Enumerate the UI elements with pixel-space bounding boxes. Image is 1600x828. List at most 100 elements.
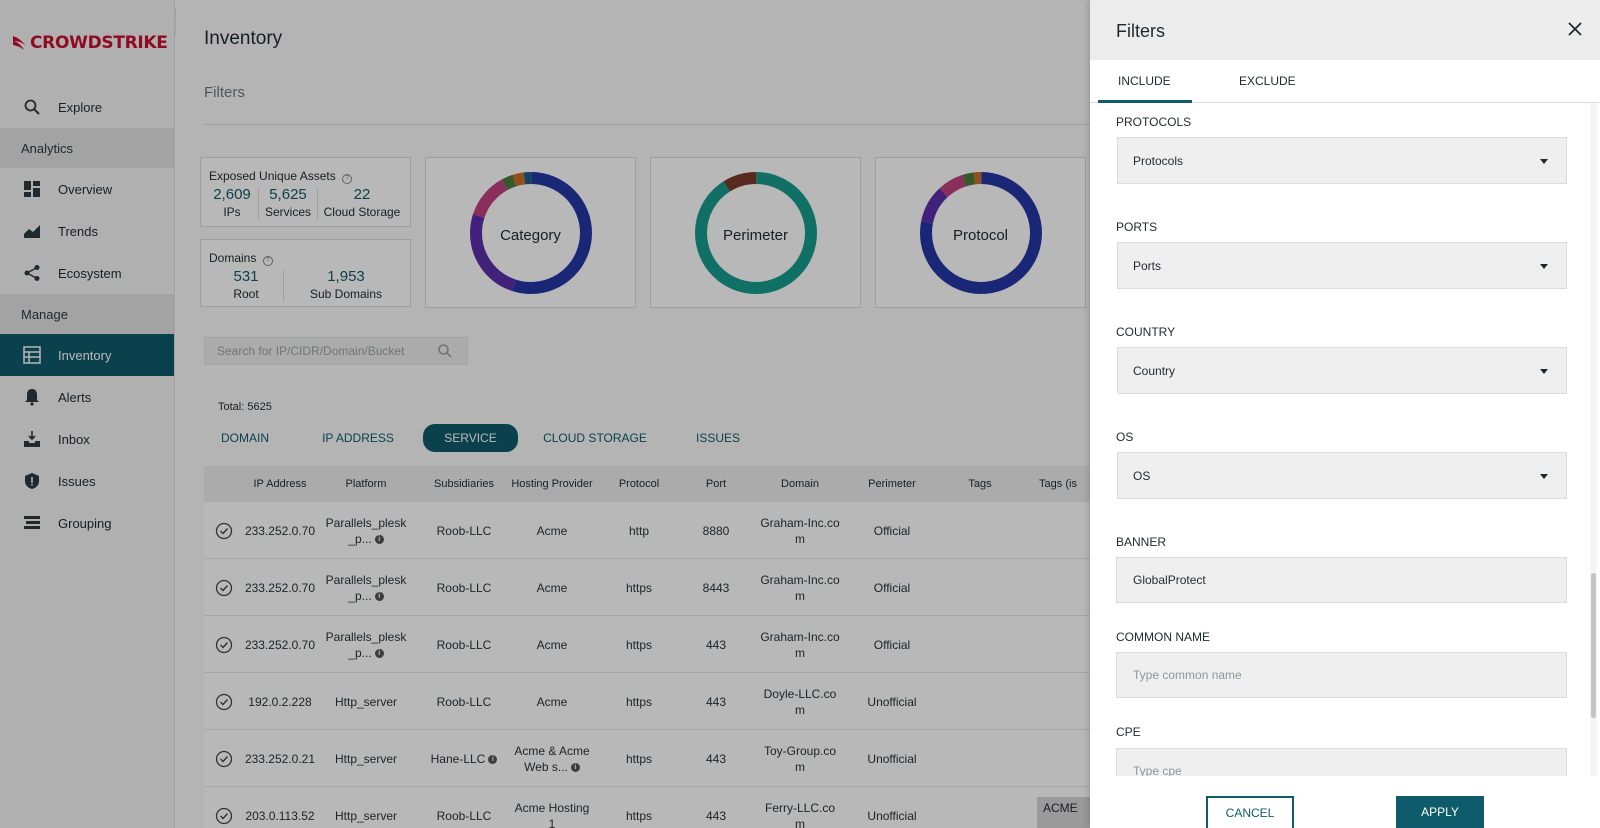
stat-value: 22 bbox=[353, 186, 371, 203]
row-check-icon[interactable] bbox=[204, 559, 244, 616]
cell-ip: 192.0.2.228 bbox=[248, 694, 312, 709]
stat-cloud-storage[interactable]: 22 Cloud Storage bbox=[319, 186, 405, 219]
sidebar-item-overview[interactable]: Overview bbox=[0, 168, 174, 210]
filters-heading[interactable]: Filters bbox=[204, 84, 245, 101]
cell-protocol: https bbox=[625, 580, 652, 595]
column-header[interactable]: Tags bbox=[944, 466, 1016, 502]
filters-panel: Filters INCLUDE EXCLUDE PROTOCOLS Protoc… bbox=[1090, 0, 1600, 828]
sidebar-item-inventory[interactable]: Inventory bbox=[0, 334, 174, 376]
cell-text: Http_server bbox=[334, 694, 398, 709]
cell-text: _p... bbox=[348, 645, 372, 660]
column-header[interactable]: Hosting Provider bbox=[504, 466, 600, 502]
exposed-assets-title: Exposed Unique Assets ? bbox=[209, 169, 353, 184]
column-header[interactable]: IP Address bbox=[242, 466, 318, 502]
banner-input[interactable] bbox=[1117, 558, 1566, 602]
sidebar-item-trends[interactable]: Trends bbox=[0, 210, 174, 252]
column-header[interactable]: Platform bbox=[322, 466, 410, 502]
sidebar-item-inbox[interactable]: Inbox bbox=[0, 418, 174, 460]
table-row[interactable]: 203.0.113.52 Http_server Roob-LLC Acme Host… bbox=[204, 787, 1094, 828]
table-row[interactable]: 233.252.0.70 Parallels_plesk _p... i Roob-LL… bbox=[204, 616, 1094, 673]
sidebar-item-explore[interactable]: Explore bbox=[0, 86, 174, 128]
info-icon[interactable]: i bbox=[570, 762, 580, 772]
tag-pill[interactable]: ACME bbox=[1037, 797, 1097, 828]
tab-ip-address[interactable]: IP ADDRESS bbox=[312, 424, 404, 452]
column-header[interactable]: Port bbox=[682, 466, 750, 502]
stat-value: 5,625 bbox=[269, 186, 307, 203]
help-icon[interactable]: ? bbox=[262, 256, 273, 266]
cell-protocol: https bbox=[625, 694, 652, 709]
info-icon[interactable]: i bbox=[374, 591, 384, 601]
common-name-input[interactable] bbox=[1117, 653, 1566, 697]
scrollbar-thumb[interactable] bbox=[1591, 573, 1596, 718]
cell-protocol: http bbox=[628, 523, 649, 538]
row-check-icon[interactable] bbox=[204, 502, 244, 559]
search-icon bbox=[22, 97, 42, 117]
domains-title-text: Domains bbox=[209, 251, 257, 265]
cell-text: Acme & Acme bbox=[514, 743, 590, 758]
perimeter-donut-card[interactable]: Perimeter bbox=[650, 157, 861, 308]
table-row[interactable]: 233.252.0.70 Parallels_plesk _p... i Roob-LL… bbox=[204, 502, 1094, 559]
protocols-select[interactable]: Protocols bbox=[1117, 137, 1567, 184]
sidebar-item-label: Ecosystem bbox=[58, 265, 122, 281]
category-donut-card[interactable]: Category bbox=[425, 157, 636, 308]
table-row[interactable]: 192.0.2.228 Http_server Roob-LLC Acme https 4… bbox=[204, 673, 1094, 730]
cancel-button[interactable]: CANCEL bbox=[1206, 796, 1294, 828]
info-icon[interactable]: i bbox=[374, 648, 384, 658]
cell-line: Web s... i bbox=[524, 759, 580, 775]
help-icon[interactable]: ? bbox=[342, 174, 353, 184]
tab-cloud-storage[interactable]: CLOUD STORAGE bbox=[538, 424, 652, 452]
row-check-icon[interactable] bbox=[204, 616, 244, 673]
column-header[interactable]: Perimeter bbox=[854, 466, 930, 502]
stat-services[interactable]: 5,625 Services bbox=[261, 186, 315, 219]
cell-domain: Ferry-LLC.co m bbox=[752, 787, 848, 828]
column-header[interactable]: Domain bbox=[752, 466, 848, 502]
close-icon[interactable] bbox=[1564, 18, 1586, 40]
cell-text: m bbox=[795, 588, 805, 603]
stat-root[interactable]: 531 Root bbox=[209, 268, 283, 301]
panel-scrollbar[interactable] bbox=[1590, 103, 1597, 776]
cpe-field bbox=[1116, 748, 1567, 776]
tab-service[interactable]: SERVICE bbox=[423, 424, 518, 452]
ports-select[interactable]: Ports bbox=[1117, 242, 1567, 289]
os-select[interactable]: OS bbox=[1117, 452, 1567, 499]
cell-text: Doyle-LLC.co bbox=[763, 686, 837, 701]
info-icon[interactable]: i bbox=[488, 754, 498, 764]
caret-down-icon bbox=[1540, 264, 1548, 269]
tab-domain[interactable]: DOMAIN bbox=[204, 424, 286, 452]
sidebar-item-label: Grouping bbox=[58, 515, 112, 531]
tab-exclude[interactable]: EXCLUDE bbox=[1239, 74, 1296, 88]
cell-text: Roob-LLC bbox=[436, 808, 492, 823]
protocol-donut-card[interactable]: Protocol bbox=[875, 157, 1086, 308]
search-input[interactable] bbox=[205, 338, 425, 364]
sidebar-item-grouping[interactable]: Grouping bbox=[0, 502, 174, 544]
row-check-icon[interactable] bbox=[204, 673, 244, 730]
row-check-icon[interactable] bbox=[204, 787, 244, 828]
sidebar-item-label: Alerts bbox=[58, 389, 92, 405]
column-header[interactable]: Subsidiaries bbox=[426, 466, 502, 502]
filters-form: PROTOCOLS Protocols PORTS Ports COUNTRY … bbox=[1090, 103, 1600, 776]
stat-ips[interactable]: 2,609 IPs bbox=[209, 186, 255, 219]
cell-domain: Graham-Inc.co m bbox=[752, 502, 848, 559]
apply-button[interactable]: APPLY bbox=[1396, 796, 1484, 828]
tab-include[interactable]: INCLUDE bbox=[1118, 74, 1171, 88]
info-icon[interactable]: i bbox=[374, 534, 384, 544]
country-select[interactable]: Country bbox=[1117, 347, 1567, 394]
cell-platform: Http_server bbox=[322, 730, 410, 787]
table-row[interactable]: 233.252.0.21 Http_server Hane-LLC i Acme & A… bbox=[204, 730, 1094, 787]
tab-issues[interactable]: ISSUES bbox=[682, 424, 754, 452]
sidebar-item-label: Inventory bbox=[58, 347, 112, 363]
crowdstrike-logo[interactable]: CROWDSTRIKE bbox=[0, 0, 174, 86]
column-header[interactable]: Protocol bbox=[604, 466, 674, 502]
row-check-icon[interactable] bbox=[204, 730, 244, 787]
cell-text: Hane-LLC bbox=[430, 751, 486, 766]
table-row[interactable]: 233.252.0.70 Parallels_plesk _p... i Roob-LL… bbox=[204, 559, 1094, 616]
column-header[interactable]: Tags (is bbox=[1022, 466, 1094, 502]
search-icon[interactable] bbox=[437, 343, 453, 359]
stat-sub-domains[interactable]: 1,953 Sub Domains bbox=[285, 268, 407, 301]
logo-text: CROWDSTRIKE bbox=[30, 33, 168, 53]
sidebar-item-alerts[interactable]: Alerts bbox=[0, 376, 174, 418]
cell-protocol: https bbox=[625, 751, 652, 766]
sidebar-item-ecosystem[interactable]: Ecosystem bbox=[0, 252, 174, 294]
cpe-input[interactable] bbox=[1117, 749, 1566, 776]
sidebar-item-issues[interactable]: Issues bbox=[0, 460, 174, 502]
